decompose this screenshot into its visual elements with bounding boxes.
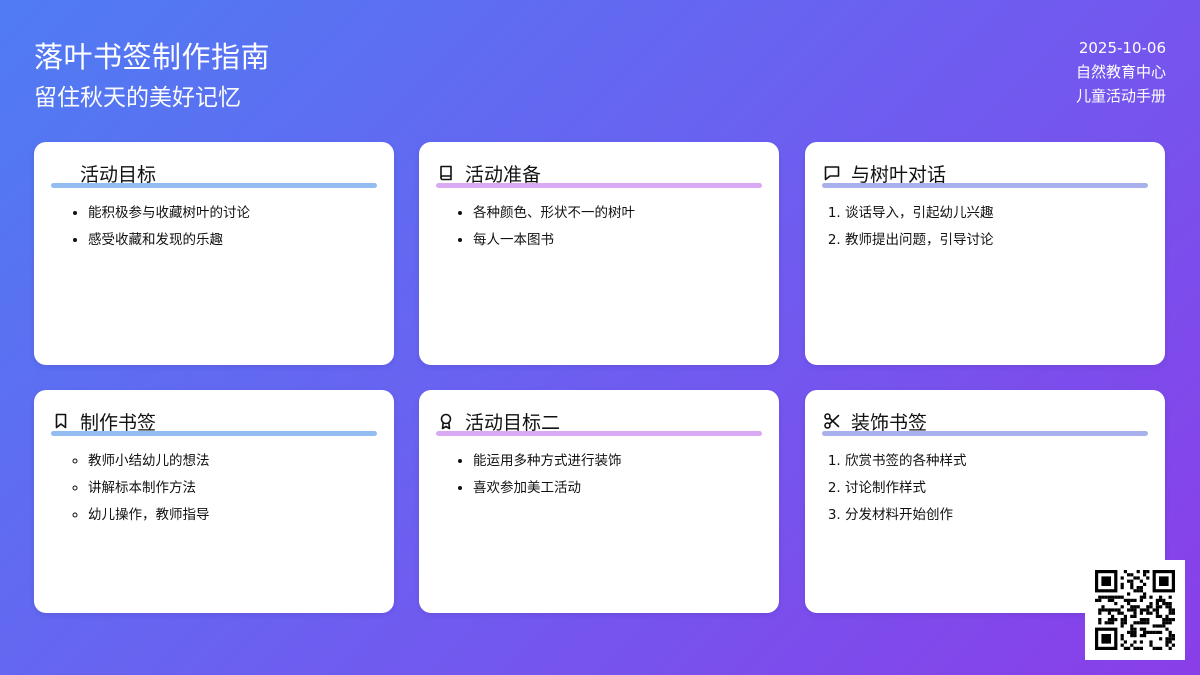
title-underline — [822, 183, 1148, 188]
title-underline — [436, 183, 762, 188]
handbook-label: 儿童活动手册 — [1075, 87, 1166, 105]
list-item: 教师小结幼儿的想法 — [88, 448, 210, 475]
header-meta: 2025-10-06 自然教育中心 儿童活动手册 — [1076, 36, 1166, 108]
scissors-icon — [823, 412, 841, 430]
page-subtitle: 留住秋天的美好记忆 — [34, 85, 241, 111]
book-icon — [437, 164, 455, 182]
chat-icon — [823, 164, 841, 182]
card-list: 各种颜色、形状不一的树叶 每人一本图书 — [455, 200, 635, 254]
qr-code-icon[interactable] — [1085, 560, 1185, 660]
card-list: 欣赏书签的各种样式 讨论制作样式 分发材料开始创作 — [825, 448, 967, 529]
list-item: 喜欢参加美工活动 — [473, 475, 622, 502]
card-list: 能积极参与收藏树叶的讨论 感受收藏和发现的乐趣 — [70, 200, 250, 254]
date-label: 2025-10-06 — [1078, 39, 1166, 57]
list-item: 分发材料开始创作 — [845, 502, 967, 529]
list-item: 谈话导入，引起幼儿兴趣 — [845, 200, 994, 227]
list-item: 各种颜色、形状不一的树叶 — [473, 200, 635, 227]
list-item: 欣赏书签的各种样式 — [845, 448, 967, 475]
card-leaf-dialogue: 与树叶对话 谈话导入，引起幼儿兴趣 教师提出问题，引导讨论 — [805, 142, 1165, 365]
card-make-bookmark: 制作书签 教师小结幼儿的想法 讲解标本制作方法 幼儿操作，教师指导 — [34, 390, 394, 613]
organization-label: 自然教育中心 — [1075, 63, 1166, 81]
card-activity-goals-two: 活动目标二 能运用多种方式进行装饰 喜欢参加美工活动 — [419, 390, 779, 613]
list-item: 讨论制作样式 — [845, 475, 967, 502]
title-underline — [436, 431, 762, 436]
award-icon — [437, 412, 455, 430]
card-list: 谈话导入，引起幼儿兴趣 教师提出问题，引导讨论 — [825, 200, 994, 254]
card-activity-goals: 活动目标 能积极参与收藏树叶的讨论 感受收藏和发现的乐趣 — [34, 142, 394, 365]
list-item: 每人一本图书 — [473, 227, 635, 254]
list-item: 能运用多种方式进行装饰 — [473, 448, 622, 475]
list-item: 讲解标本制作方法 — [88, 475, 210, 502]
list-item: 幼儿操作，教师指导 — [88, 502, 210, 529]
card-list: 能运用多种方式进行装饰 喜欢参加美工活动 — [455, 448, 622, 502]
list-item: 能积极参与收藏树叶的讨论 — [88, 200, 250, 227]
page-title: 落叶书签制作指南 — [34, 40, 271, 74]
slide: 落叶书签制作指南 留住秋天的美好记忆 2025-10-06 自然教育中心 儿童活… — [0, 0, 1200, 675]
card-list: 教师小结幼儿的想法 讲解标本制作方法 幼儿操作，教师指导 — [70, 448, 210, 529]
blank-icon — [52, 164, 70, 182]
bookmark-icon — [52, 412, 70, 430]
title-underline — [51, 183, 377, 188]
title-underline — [51, 431, 377, 436]
list-item: 教师提出问题，引导讨论 — [845, 227, 994, 254]
title-underline — [822, 431, 1148, 436]
qr-code-graphic — [1095, 570, 1175, 650]
card-activity-preparation: 活动准备 各种颜色、形状不一的树叶 每人一本图书 — [419, 142, 779, 365]
list-item: 感受收藏和发现的乐趣 — [88, 227, 250, 254]
